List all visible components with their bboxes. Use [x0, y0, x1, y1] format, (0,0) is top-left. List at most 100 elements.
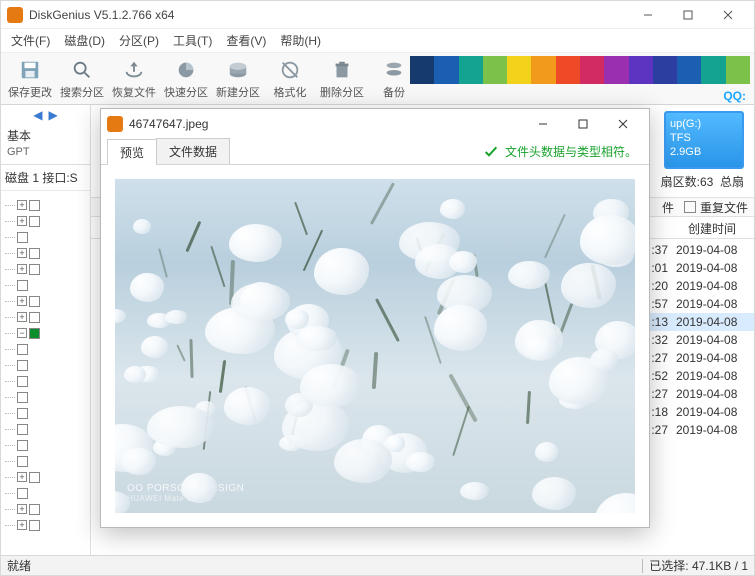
- main-titlebar[interactable]: DiskGenius V5.1.2.766 x64: [1, 1, 754, 29]
- menu-partition[interactable]: 分区(P): [113, 30, 165, 51]
- table-row[interactable]: :272019-04-08: [640, 349, 754, 367]
- toolbar-search-partition-button[interactable]: 搜索分区: [57, 55, 107, 100]
- toolbar: 保存更改 搜索分区 恢复文件 快速分区 新建分区 格式化 删除分区 备份: [1, 53, 754, 105]
- status-ready: 就绪: [7, 557, 31, 574]
- toolbar-new-partition-button[interactable]: 新建分区: [213, 55, 263, 100]
- tree-item[interactable]: +: [5, 517, 86, 533]
- tree-item[interactable]: [5, 357, 86, 373]
- duplicate-files-checkbox[interactable]: 重复文件: [684, 199, 748, 216]
- checkbox-icon: [684, 201, 696, 213]
- toolbar-delete-partition-button[interactable]: 删除分区: [317, 55, 367, 100]
- preview-title: 46747647.jpeg: [129, 117, 523, 131]
- preview-tabs: 预览 文件数据 文件头数据与类型相符。: [101, 139, 649, 165]
- toolbar-format-label: 格式化: [274, 84, 307, 100]
- col-create-time: 创建时间: [688, 220, 736, 237]
- tree-item[interactable]: −: [5, 325, 86, 341]
- partition-scheme-gpt: GPT: [1, 146, 90, 165]
- volume-size: 2.9GB: [670, 145, 738, 159]
- tree-item[interactable]: [5, 229, 86, 245]
- toolbar-new-label: 新建分区: [216, 84, 260, 100]
- preview-minimize-button[interactable]: [523, 110, 563, 138]
- table-row[interactable]: :272019-04-08: [640, 421, 754, 439]
- toolbar-format-button[interactable]: 格式化: [265, 55, 315, 100]
- app-icon: [7, 7, 23, 23]
- table-row[interactable]: :272019-04-08: [640, 385, 754, 403]
- duplicate-files-label: 重复文件: [700, 199, 748, 216]
- tree-item[interactable]: [5, 405, 86, 421]
- preview-maximize-button[interactable]: [563, 110, 603, 138]
- left-pane: ◀ ▶ 基本 GPT 磁盘 1 接口:S ++++++−+++: [1, 105, 91, 555]
- toolbar-save-button[interactable]: 保存更改: [5, 55, 55, 100]
- tree-item[interactable]: +: [5, 245, 86, 261]
- toolbar-del-label: 删除分区: [320, 84, 364, 100]
- toolbar-save-label: 保存更改: [8, 84, 52, 100]
- volume-box[interactable]: up(G:) TFS 2.9GB: [664, 111, 744, 169]
- table-row[interactable]: :322019-04-08: [640, 331, 754, 349]
- table-row[interactable]: :372019-04-08: [640, 241, 754, 259]
- preview-titlebar[interactable]: 46747647.jpeg: [101, 109, 649, 139]
- main-minimize-button[interactable]: [628, 3, 668, 27]
- tree-item[interactable]: +: [5, 309, 86, 325]
- toolbar-backup-label: 备份: [383, 84, 405, 100]
- trash-icon: [329, 58, 355, 82]
- nav-right-icon[interactable]: ▶: [49, 108, 58, 122]
- pie-icon: [173, 58, 199, 82]
- status-bar: 就绪 已选择: 47.1KB / 1: [1, 555, 754, 575]
- toolbar-recover-button[interactable]: 恢复文件: [109, 55, 159, 100]
- table-row[interactable]: :202019-04-08: [640, 277, 754, 295]
- new-part-icon: [225, 58, 251, 82]
- tree-item[interactable]: [5, 341, 86, 357]
- file-header-hint: 文件头数据与类型相符。: [483, 143, 637, 160]
- tree-item[interactable]: [5, 373, 86, 389]
- preview-close-button[interactable]: [603, 110, 643, 138]
- preview-image: OO PORSCHE DESIGN HUAWEI Mate 10 RS: [115, 179, 635, 513]
- volume-fs: TFS: [670, 131, 738, 145]
- preview-body: OO PORSCHE DESIGN HUAWEI Mate 10 RS: [101, 165, 649, 527]
- tree-item[interactable]: +: [5, 213, 86, 229]
- file-rows: :372019-04-08:012019-04-08:202019-04-08:…: [640, 241, 754, 439]
- nav-left-icon[interactable]: ◀: [33, 108, 42, 122]
- save-icon: [17, 58, 43, 82]
- tree-item[interactable]: [5, 389, 86, 405]
- main-maximize-button[interactable]: [668, 3, 708, 27]
- toolbar-recover-label: 恢复文件: [112, 84, 156, 100]
- tab-file-data[interactable]: 文件数据: [156, 138, 230, 164]
- tree-item[interactable]: [5, 421, 86, 437]
- tree-item[interactable]: +: [5, 469, 86, 485]
- table-row[interactable]: :522019-04-08: [640, 367, 754, 385]
- partition-tree[interactable]: ++++++−+++: [1, 191, 90, 539]
- tree-item[interactable]: [5, 277, 86, 293]
- tree-item[interactable]: +: [5, 501, 86, 517]
- tree-item[interactable]: [5, 453, 86, 469]
- main-close-button[interactable]: [708, 3, 748, 27]
- menu-file[interactable]: 文件(F): [5, 30, 56, 51]
- partition-type-basic: 基本: [1, 125, 90, 146]
- magnifier-icon: [69, 58, 95, 82]
- menu-disk[interactable]: 磁盘(D): [58, 30, 111, 51]
- file-type-suffix: 件: [662, 199, 674, 216]
- menu-tool[interactable]: 工具(T): [167, 30, 218, 51]
- table-row[interactable]: :012019-04-08: [640, 259, 754, 277]
- disk-row[interactable]: 磁盘 1 接口:S: [1, 165, 90, 191]
- preview-app-icon: [107, 116, 123, 132]
- qq-label: QQ:: [723, 89, 746, 103]
- preview-window[interactable]: 46747647.jpeg 预览 文件数据 文件头数据与类型相符。 OO POR…: [100, 108, 650, 528]
- check-icon: [483, 144, 499, 160]
- menu-view[interactable]: 查看(V): [220, 30, 272, 51]
- tree-item[interactable]: +: [5, 293, 86, 309]
- tab-preview[interactable]: 预览: [107, 139, 157, 165]
- table-row[interactable]: :572019-04-08: [640, 295, 754, 313]
- format-icon: [277, 58, 303, 82]
- tree-item[interactable]: [5, 485, 86, 501]
- app-title: DiskGenius V5.1.2.766 x64: [29, 8, 628, 22]
- tree-item[interactable]: +: [5, 261, 86, 277]
- toolbar-quick-partition-button[interactable]: 快速分区: [161, 55, 211, 100]
- file-header-hint-text: 文件头数据与类型相符。: [505, 143, 637, 160]
- table-row[interactable]: :132019-04-08: [640, 313, 754, 331]
- toolbar-search-label: 搜索分区: [60, 84, 104, 100]
- menu-help[interactable]: 帮助(H): [274, 30, 327, 51]
- tree-item[interactable]: +: [5, 197, 86, 213]
- tree-item[interactable]: [5, 437, 86, 453]
- table-row[interactable]: :182019-04-08: [640, 403, 754, 421]
- toolbar-quick-label: 快速分区: [164, 84, 208, 100]
